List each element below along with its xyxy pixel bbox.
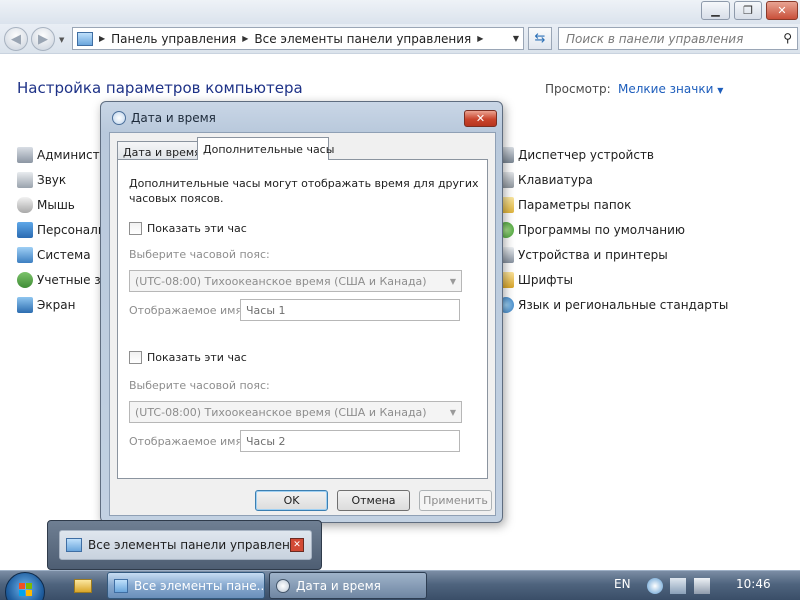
- language-indicator[interactable]: EN: [614, 577, 631, 591]
- address-bar[interactable]: ▶ Панель управления ▶ Все элементы панел…: [72, 27, 524, 50]
- thumbnail-item[interactable]: Все элементы панели управления ✕: [59, 530, 312, 560]
- cp-item-mouse[interactable]: Мышь: [17, 195, 75, 215]
- speaker-icon: [17, 172, 33, 188]
- search-box[interactable]: ⚲: [558, 27, 798, 50]
- timezone-2-select[interactable]: (UTC-08:00) Тихоокеанское время (США и К…: [129, 401, 462, 423]
- breadcrumb-chevron-icon[interactable]: ▶: [242, 34, 248, 43]
- search-icon[interactable]: ⚲: [783, 31, 792, 45]
- checkbox-box[interactable]: [129, 351, 142, 364]
- breadcrumb-all-items[interactable]: Все элементы панели управления: [254, 32, 471, 46]
- breadcrumb-chevron-icon[interactable]: ▶: [477, 34, 483, 43]
- navigation-bar: ◀ ▶ ▼ ▶ Панель управления ▶ Все элементы…: [0, 24, 800, 54]
- close-button[interactable]: ✕: [766, 1, 798, 20]
- breadcrumb-control-panel[interactable]: Панель управления: [111, 32, 236, 46]
- maximize-button[interactable]: ❐: [734, 1, 762, 20]
- display-name-1-label: Отображаемое имя:: [129, 304, 246, 317]
- cp-item-folder-options[interactable]: Параметры папок: [498, 195, 631, 215]
- system-icon: [17, 247, 33, 263]
- refresh-button[interactable]: ⇆: [528, 27, 552, 50]
- clock-icon: [112, 111, 126, 125]
- cp-item-system[interactable]: Система: [17, 245, 91, 265]
- arrow-right-icon: ▶: [38, 31, 48, 47]
- clocks-description: Дополнительные часы могут отображать вре…: [129, 177, 479, 205]
- close-icon: ✕: [475, 112, 486, 125]
- forward-button[interactable]: ▶: [31, 27, 55, 51]
- address-dropdown-icon[interactable]: ▼: [513, 34, 519, 43]
- taskbar-button-control-panel[interactable]: Все элементы пане...: [107, 572, 265, 599]
- admin-tools-icon: [17, 147, 33, 163]
- show-clock-1-checkbox[interactable]: Показать эти час: [129, 222, 247, 235]
- cp-item-keyboard[interactable]: Клавиатура: [498, 170, 593, 190]
- chevron-down-icon: ▼: [717, 86, 724, 95]
- dialog-body: Дата и время Дополнительные часы Дополни…: [109, 132, 496, 516]
- windows-logo-icon: [19, 583, 33, 597]
- thumbnail-close-button[interactable]: ✕: [290, 538, 304, 552]
- dialog-title: Дата и время: [131, 111, 216, 125]
- show-clock-2-checkbox[interactable]: Показать эти час: [129, 351, 247, 364]
- timezone-2-label: Выберите часовой пояс:: [129, 379, 270, 392]
- cp-item-display[interactable]: Экран: [17, 295, 75, 315]
- apply-button[interactable]: Применить: [419, 490, 492, 511]
- network-icon[interactable]: [670, 578, 686, 594]
- taskbar-clock[interactable]: 10:46: [736, 577, 771, 591]
- timezone-1-select[interactable]: (UTC-08:00) Тихоокеанское время (США и К…: [129, 270, 462, 292]
- breadcrumb-chevron-icon[interactable]: ▶: [99, 34, 105, 43]
- additional-clocks-panel: Дополнительные часы могут отображать вре…: [117, 159, 488, 479]
- cp-item-devices-printers[interactable]: Устройства и принтеры: [498, 245, 668, 265]
- display-name-2-label: Отображаемое имя:: [129, 435, 246, 448]
- folder-icon: [74, 578, 92, 593]
- ok-button[interactable]: OK: [255, 490, 328, 511]
- control-panel-icon: [66, 538, 82, 552]
- search-input[interactable]: [559, 28, 764, 49]
- cp-item-fonts[interactable]: Шрифты: [498, 270, 573, 290]
- control-panel-icon: [77, 31, 93, 46]
- page-title: Настройка параметров компьютера: [17, 79, 303, 97]
- cp-item-default-programs[interactable]: Программы по умолчанию: [498, 220, 685, 240]
- dialog-close-button[interactable]: ✕: [464, 110, 497, 127]
- personalization-icon: [17, 222, 33, 238]
- control-panel-icon: [114, 578, 128, 593]
- clock-icon: [276, 578, 290, 593]
- cp-item-admin-tools[interactable]: Администр: [17, 145, 107, 165]
- cancel-button[interactable]: Отмена: [337, 490, 410, 511]
- cp-item-region-language[interactable]: Язык и региональные стандарты: [498, 295, 728, 315]
- display-name-2-input[interactable]: Часы 2: [240, 430, 460, 452]
- explorer-pinned-button[interactable]: [66, 572, 100, 599]
- tab-additional-clocks[interactable]: Дополнительные часы: [197, 137, 334, 160]
- display-name-1-input[interactable]: Часы 1: [240, 299, 460, 321]
- speaker-muted-icon[interactable]: [694, 578, 710, 594]
- cp-item-sound[interactable]: Звук: [17, 170, 66, 190]
- minimize-button[interactable]: ▁: [701, 1, 730, 20]
- taskbar-thumbnail-popup: Все элементы панели управления ✕: [47, 520, 322, 570]
- chevron-down-icon: ▼: [449, 276, 456, 286]
- refresh-icon: ⇆: [534, 31, 546, 46]
- taskbar-button-date-time[interactable]: Дата и время: [269, 572, 427, 599]
- view-mode-selector[interactable]: Мелкие значки ▼: [618, 82, 723, 96]
- view-label: Просмотр:: [545, 82, 611, 96]
- close-icon: ✕: [293, 540, 301, 550]
- timezone-1-label: Выберите часовой пояс:: [129, 248, 270, 261]
- date-time-dialog: Дата и время ✕ Дата и время Дополнительн…: [100, 101, 503, 523]
- arrow-left-icon: ◀: [11, 31, 21, 47]
- chevron-down-icon: ▼: [449, 407, 456, 417]
- mouse-icon: [17, 197, 33, 213]
- checkbox-box[interactable]: [129, 222, 142, 235]
- recent-pages-dropdown-icon[interactable]: ▼: [59, 36, 64, 44]
- display-icon: [17, 297, 33, 313]
- cp-item-personalization[interactable]: Персонали: [17, 220, 106, 240]
- user-accounts-icon: [17, 272, 33, 288]
- window-titlebar: ▁ ❐ ✕: [0, 0, 800, 24]
- action-center-icon[interactable]: [647, 578, 663, 594]
- back-button[interactable]: ◀: [4, 27, 28, 51]
- cp-item-device-manager[interactable]: Диспетчер устройств: [498, 145, 654, 165]
- cp-item-user-accounts[interactable]: Учетные за: [17, 270, 108, 290]
